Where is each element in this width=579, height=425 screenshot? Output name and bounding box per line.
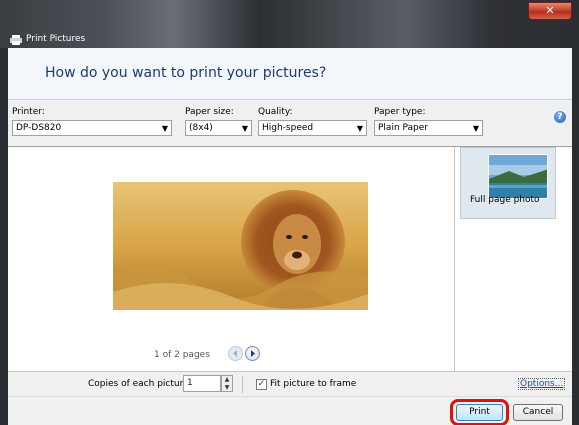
close-button[interactable]: ✕: [528, 2, 572, 20]
paper-type-value: Plain Paper: [378, 123, 428, 133]
layout-item-full-page-photo[interactable]: [460, 147, 556, 219]
arrow-left-icon: [233, 350, 237, 357]
previous-page-button[interactable]: [228, 346, 243, 361]
paper-type-label: Paper type:: [374, 107, 426, 117]
paper-size-select[interactable]: (8x4) ▼: [185, 120, 252, 136]
spin-down-icon[interactable]: ▼: [222, 384, 232, 392]
printer-select[interactable]: DP-DS820 ▼: [12, 120, 172, 136]
cancel-button[interactable]: Cancel: [513, 404, 563, 421]
options-link[interactable]: Options...: [518, 378, 566, 390]
fit-picture-checkbox[interactable]: ✓: [256, 379, 267, 390]
layouts-panel: Full page photo: [456, 147, 572, 371]
print-button[interactable]: Print: [456, 404, 503, 421]
printer-value: DP-DS820: [16, 123, 62, 133]
layout-thumbnail: [488, 154, 548, 199]
landscape-thumbnail-image: [489, 155, 547, 198]
quality-select[interactable]: High-speed ▼: [258, 120, 367, 136]
copies-stepper[interactable]: ▲ ▼: [221, 375, 233, 392]
copies-input[interactable]: 1: [183, 375, 221, 392]
printer-icon: [10, 35, 22, 45]
paper-type-select[interactable]: Plain Paper ▼: [374, 120, 483, 136]
lion-photo-image: [113, 182, 368, 310]
window-title: Print Pictures: [26, 34, 86, 44]
next-page-button[interactable]: [245, 346, 260, 361]
arrow-right-icon: [251, 350, 255, 357]
preview-area: 1 of 2 pages: [8, 147, 455, 371]
copies-label: Copies of each picture:: [88, 379, 192, 389]
close-icon: ✕: [545, 4, 555, 17]
page-indicator: 1 of 2 pages: [154, 350, 210, 360]
print-pictures-window: Print Pictures ✕ How do you want to prin…: [0, 0, 579, 425]
layout-label-full-page-photo: Full page photo: [470, 195, 540, 205]
quality-value: High-speed: [262, 123, 314, 133]
divider: [242, 376, 243, 393]
chevron-down-icon: ▼: [472, 124, 479, 133]
paper-size-value: (8x4): [189, 123, 213, 133]
page-title: How do you want to print your pictures?: [45, 65, 327, 81]
spin-up-icon[interactable]: ▲: [222, 376, 232, 384]
title-bar[interactable]: Print Pictures ✕: [0, 0, 579, 48]
print-options-row: Printer: DP-DS820 ▼ Paper size: (8x4) ▼ …: [8, 100, 572, 147]
chevron-down-icon: ▼: [241, 124, 248, 133]
chevron-down-icon: ▼: [161, 124, 168, 133]
copies-row: Copies of each picture: 1 ▲ ▼ ✓ Fit pict…: [8, 371, 572, 396]
fit-picture-label[interactable]: Fit picture to frame: [270, 379, 356, 389]
printer-label: Printer:: [12, 107, 45, 117]
quality-label: Quality:: [258, 107, 293, 117]
paper-size-label: Paper size:: [185, 107, 234, 117]
help-icon[interactable]: ?: [554, 111, 566, 123]
dialog-client-area: How do you want to print your pictures? …: [8, 48, 572, 425]
lion-photo-preview: [113, 182, 368, 310]
header-band: How do you want to print your pictures?: [8, 48, 572, 100]
chevron-down-icon: ▼: [356, 124, 363, 133]
dialog-footer: Print Cancel: [8, 396, 572, 425]
